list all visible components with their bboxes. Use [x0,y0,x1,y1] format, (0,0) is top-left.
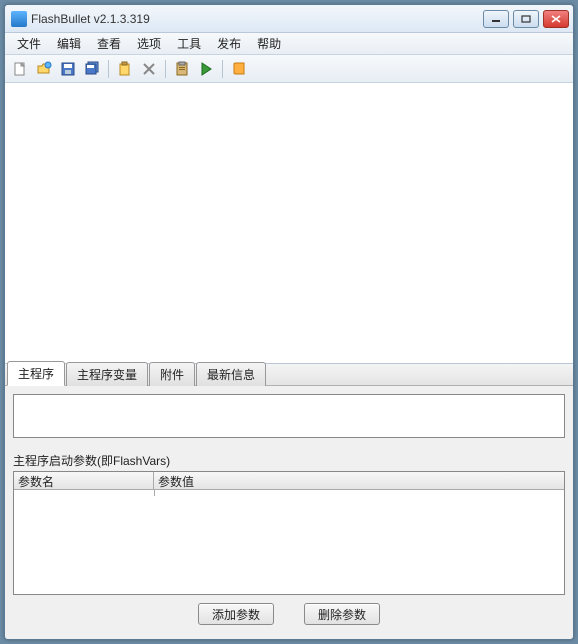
clipboard-icon [174,61,190,77]
menubar: 文件 编辑 查看 选项 工具 发布 帮助 [5,33,573,55]
minimize-icon [491,15,501,23]
maximize-icon [521,15,531,23]
close-button[interactable] [543,10,569,28]
menu-tools[interactable]: 工具 [169,33,209,54]
app-icon [11,11,27,27]
col-param-value[interactable]: 参数值 [154,472,564,490]
params-grid[interactable]: 参数名 参数值 [13,471,565,595]
titlebar[interactable]: FlashBullet v2.1.3.319 [5,5,573,33]
paste-icon [117,61,133,77]
delete-icon [141,61,157,77]
toolbar-paste[interactable] [114,58,136,80]
toolbar-run[interactable] [195,58,217,80]
grid-header: 参数名 参数值 [14,472,564,490]
toolbar-saveall[interactable] [81,58,103,80]
tab-latest[interactable]: 最新信息 [196,362,266,386]
maximize-button[interactable] [513,10,539,28]
toolbar [5,55,573,83]
grid-column-divider [154,490,155,496]
params-section-label: 主程序启动参数(即FlashVars) [13,452,565,469]
menu-view[interactable]: 查看 [89,33,129,54]
close-icon [551,15,561,23]
toolbar-delete[interactable] [138,58,160,80]
run-icon [198,61,214,77]
window-controls [483,10,569,28]
button-row: 添加参数 删除参数 [13,595,565,631]
tab-attach[interactable]: 附件 [149,362,195,386]
tab-main[interactable]: 主程序 [7,361,65,386]
new-file-icon [12,61,28,77]
toolbar-separator [108,60,109,78]
menu-file[interactable]: 文件 [9,33,49,54]
toolbar-new[interactable] [9,58,31,80]
toolbar-save[interactable] [57,58,79,80]
save-all-icon [84,61,100,77]
menu-publish[interactable]: 发布 [209,33,249,54]
toolbar-separator [165,60,166,78]
main-path-box[interactable] [13,394,565,438]
help-book-icon [231,61,247,77]
menu-edit[interactable]: 编辑 [49,33,89,54]
toolbar-help[interactable] [228,58,250,80]
lower-panel: 主程序 主程序变量 附件 最新信息 主程序启动参数(即FlashVars) 参数… [5,363,573,639]
app-window: FlashBullet v2.1.3.319 文件 编辑 查看 选项 工具 发布… [4,4,574,640]
tab-content-main: 主程序启动参数(即FlashVars) 参数名 参数值 添加参数 删除参数 [5,386,573,639]
workspace-area [5,83,573,363]
col-param-name[interactable]: 参数名 [14,472,154,490]
window-title: FlashBullet v2.1.3.319 [31,12,483,26]
delete-param-button[interactable]: 删除参数 [304,603,380,625]
menu-options[interactable]: 选项 [129,33,169,54]
tab-vars[interactable]: 主程序变量 [66,362,148,386]
menu-help[interactable]: 帮助 [249,33,289,54]
toolbar-clipboard[interactable] [171,58,193,80]
toolbar-separator [222,60,223,78]
tab-strip: 主程序 主程序变量 附件 最新信息 [5,364,573,386]
toolbar-open[interactable] [33,58,55,80]
save-icon [60,61,76,77]
open-folder-icon [36,61,52,77]
add-param-button[interactable]: 添加参数 [198,603,274,625]
minimize-button[interactable] [483,10,509,28]
grid-body[interactable] [14,490,564,594]
